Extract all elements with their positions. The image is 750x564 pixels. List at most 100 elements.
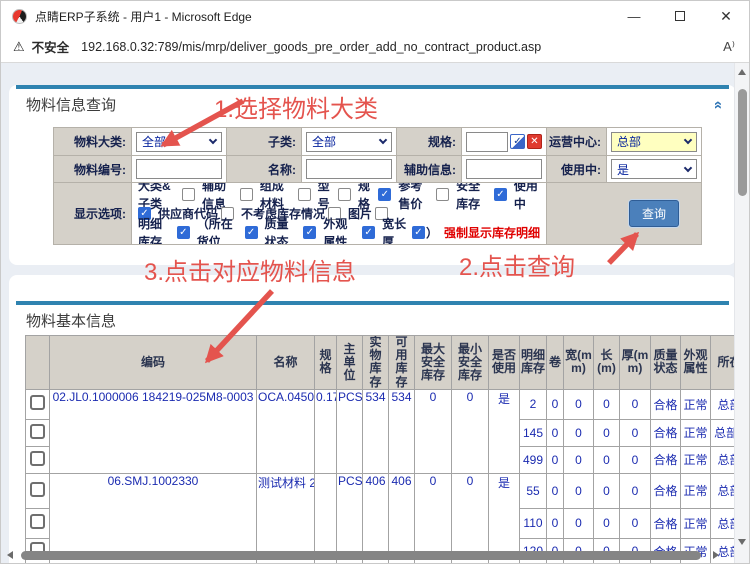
option-checkbox[interactable] xyxy=(245,226,258,239)
row-checkbox[interactable] xyxy=(30,514,45,529)
scroll-up-icon[interactable] xyxy=(738,69,746,75)
material-spec: 0.17 xyxy=(315,389,337,473)
option-checkbox[interactable] xyxy=(412,226,425,239)
detail-length: 0 xyxy=(594,508,620,538)
location: 总部半 xyxy=(711,508,737,538)
row-checkbox[interactable] xyxy=(30,395,45,410)
minimize-button[interactable]: — xyxy=(611,1,657,31)
vertical-scroll-thumb[interactable] xyxy=(738,89,747,196)
material-info-panel: 物料基本信息 编码 名称 规格 主单位 实物库存 可用库存 最大安全库存 最小安… xyxy=(9,275,736,563)
option-checkbox[interactable] xyxy=(182,188,195,201)
row-checkbox[interactable] xyxy=(30,424,45,439)
material-unit: PCS xyxy=(337,389,363,473)
horizontal-scroll-thumb[interactable] xyxy=(21,551,701,560)
option-label: 质量状态 xyxy=(265,215,301,245)
display-options-cell: 大类&子类 辅助信息 组成材料 型号 规格 参考售价 安全库存 使用中 供应商代… xyxy=(132,183,547,245)
spec-input[interactable] xyxy=(466,132,508,152)
detail-qty: 145 xyxy=(520,419,547,446)
address-bar[interactable]: ⚠ 不安全 192.168.0.32:789/mis/mrp/deliver_g… xyxy=(1,31,749,63)
material-class-value: 全部 xyxy=(142,133,166,150)
table-row: 06.SMJ.1002330 测试材料 20230214-1 PCS 406 4… xyxy=(26,473,737,508)
option-label: 安全库存 xyxy=(456,183,491,213)
col-detail-stock: 明细库存 xyxy=(520,336,547,390)
op-center-select[interactable]: 总部 xyxy=(611,132,697,152)
table-panel-title: 物料基本信息 xyxy=(26,310,116,331)
detail-roll: 0 xyxy=(547,389,564,419)
material-class-select[interactable]: 全部 xyxy=(136,132,222,152)
chevron-down-icon xyxy=(684,163,692,171)
look-attr: 正常 xyxy=(681,473,711,508)
scroll-down-icon[interactable] xyxy=(738,539,746,545)
location: 总部成 xyxy=(711,446,737,473)
detail-length: 0 xyxy=(594,473,620,508)
option-checkbox[interactable] xyxy=(303,226,316,239)
option-label: ） xyxy=(426,224,438,242)
spec-picker-icon[interactable]: ✓ xyxy=(510,134,525,149)
option-checkbox[interactable] xyxy=(378,188,391,201)
vertical-scrollbar[interactable] xyxy=(734,63,749,563)
option-label: （所在货位 xyxy=(197,215,242,245)
app-favicon-icon xyxy=(12,9,27,24)
max-safe-stock: 0 xyxy=(415,389,452,473)
material-no-input[interactable] xyxy=(136,159,222,179)
in-use-flag: 是 xyxy=(489,389,520,473)
option-label: 使用中 xyxy=(514,183,540,213)
detail-length: 0 xyxy=(594,419,620,446)
page-content: 物料信息查询 « 物料大类: 全部 子类: 全部 规格: ✓ ✕ 运营中心: 总 xyxy=(1,63,736,563)
materials-table: 编码 名称 规格 主单位 实物库存 可用库存 最大安全库存 最小安全库存 是否使… xyxy=(25,335,736,563)
col-unit: 主单位 xyxy=(337,336,363,390)
col-length: 长(m) xyxy=(594,336,620,390)
scroll-left-icon[interactable] xyxy=(7,551,13,559)
detail-length: 0 xyxy=(594,446,620,473)
detail-length: 0 xyxy=(594,389,620,419)
option-checkbox[interactable] xyxy=(298,188,311,201)
option-label: 参考售价 xyxy=(398,183,433,213)
scroll-right-icon[interactable] xyxy=(713,551,719,559)
table-row: 02.JL0.1000006 184219-025M8-0003 OCA.045… xyxy=(26,389,737,419)
detail-qty: 55 xyxy=(520,473,547,508)
name-input[interactable] xyxy=(306,159,392,179)
query-button[interactable]: 查询 xyxy=(629,200,679,227)
chevron-down-icon xyxy=(684,136,692,144)
detail-width: 0 xyxy=(564,419,594,446)
security-label: 不安全 xyxy=(32,37,70,56)
sub-class-select[interactable]: 全部 xyxy=(306,132,392,152)
row-checkbox[interactable] xyxy=(30,482,45,497)
collapse-panel-icon[interactable]: « xyxy=(712,100,724,108)
url-text[interactable]: 192.168.0.32:789/mis/mrp/deliver_goods_p… xyxy=(81,40,723,54)
row-checkbox[interactable] xyxy=(30,451,45,466)
option-checkbox[interactable] xyxy=(177,226,190,239)
option-checkbox[interactable] xyxy=(494,188,507,201)
aux-info-label: 辅助信息: xyxy=(397,156,462,183)
option-checkbox[interactable] xyxy=(338,188,351,201)
col-spec: 规格 xyxy=(315,336,337,390)
close-button[interactable]: ✕ xyxy=(703,1,749,31)
option-checkbox[interactable] xyxy=(436,188,449,201)
horizontal-scrollbar[interactable] xyxy=(1,549,736,561)
spec-clear-icon[interactable]: ✕ xyxy=(527,134,542,149)
security-warning-icon: ⚠ xyxy=(13,39,25,55)
detail-width: 0 xyxy=(564,446,594,473)
quality-status: 合格 xyxy=(651,419,681,446)
available-stock: 534 xyxy=(389,389,415,473)
detail-roll: 0 xyxy=(547,508,564,538)
look-attr: 正常 xyxy=(681,508,711,538)
annotation-step1: 1.选择物料大类 xyxy=(214,89,378,124)
location: 总部分 xyxy=(711,389,737,419)
col-quality-status: 质量状态 xyxy=(651,336,681,390)
op-center-label: 运营中心: xyxy=(547,128,607,156)
in-use-select[interactable]: 是 xyxy=(611,159,697,179)
maximize-button[interactable] xyxy=(657,1,703,31)
sub-class-label: 子类: xyxy=(227,128,302,156)
option-checkbox[interactable] xyxy=(240,188,253,201)
chevron-down-icon xyxy=(379,136,387,144)
aux-info-input[interactable] xyxy=(466,159,542,179)
material-code-link[interactable]: 02.JL0.1000006 184219-025M8-0003 xyxy=(50,389,257,473)
material-name: OCA.0450-0002-A xyxy=(257,389,315,473)
maximize-icon xyxy=(675,11,685,21)
annotation-step3: 3.点击对应物料信息 xyxy=(144,252,356,287)
quality-status: 合格 xyxy=(651,473,681,508)
option-checkbox[interactable] xyxy=(362,226,375,239)
col-max-safe-stock: 最大安全库存 xyxy=(415,336,452,390)
read-aloud-icon[interactable]: A⁾ xyxy=(723,39,735,55)
